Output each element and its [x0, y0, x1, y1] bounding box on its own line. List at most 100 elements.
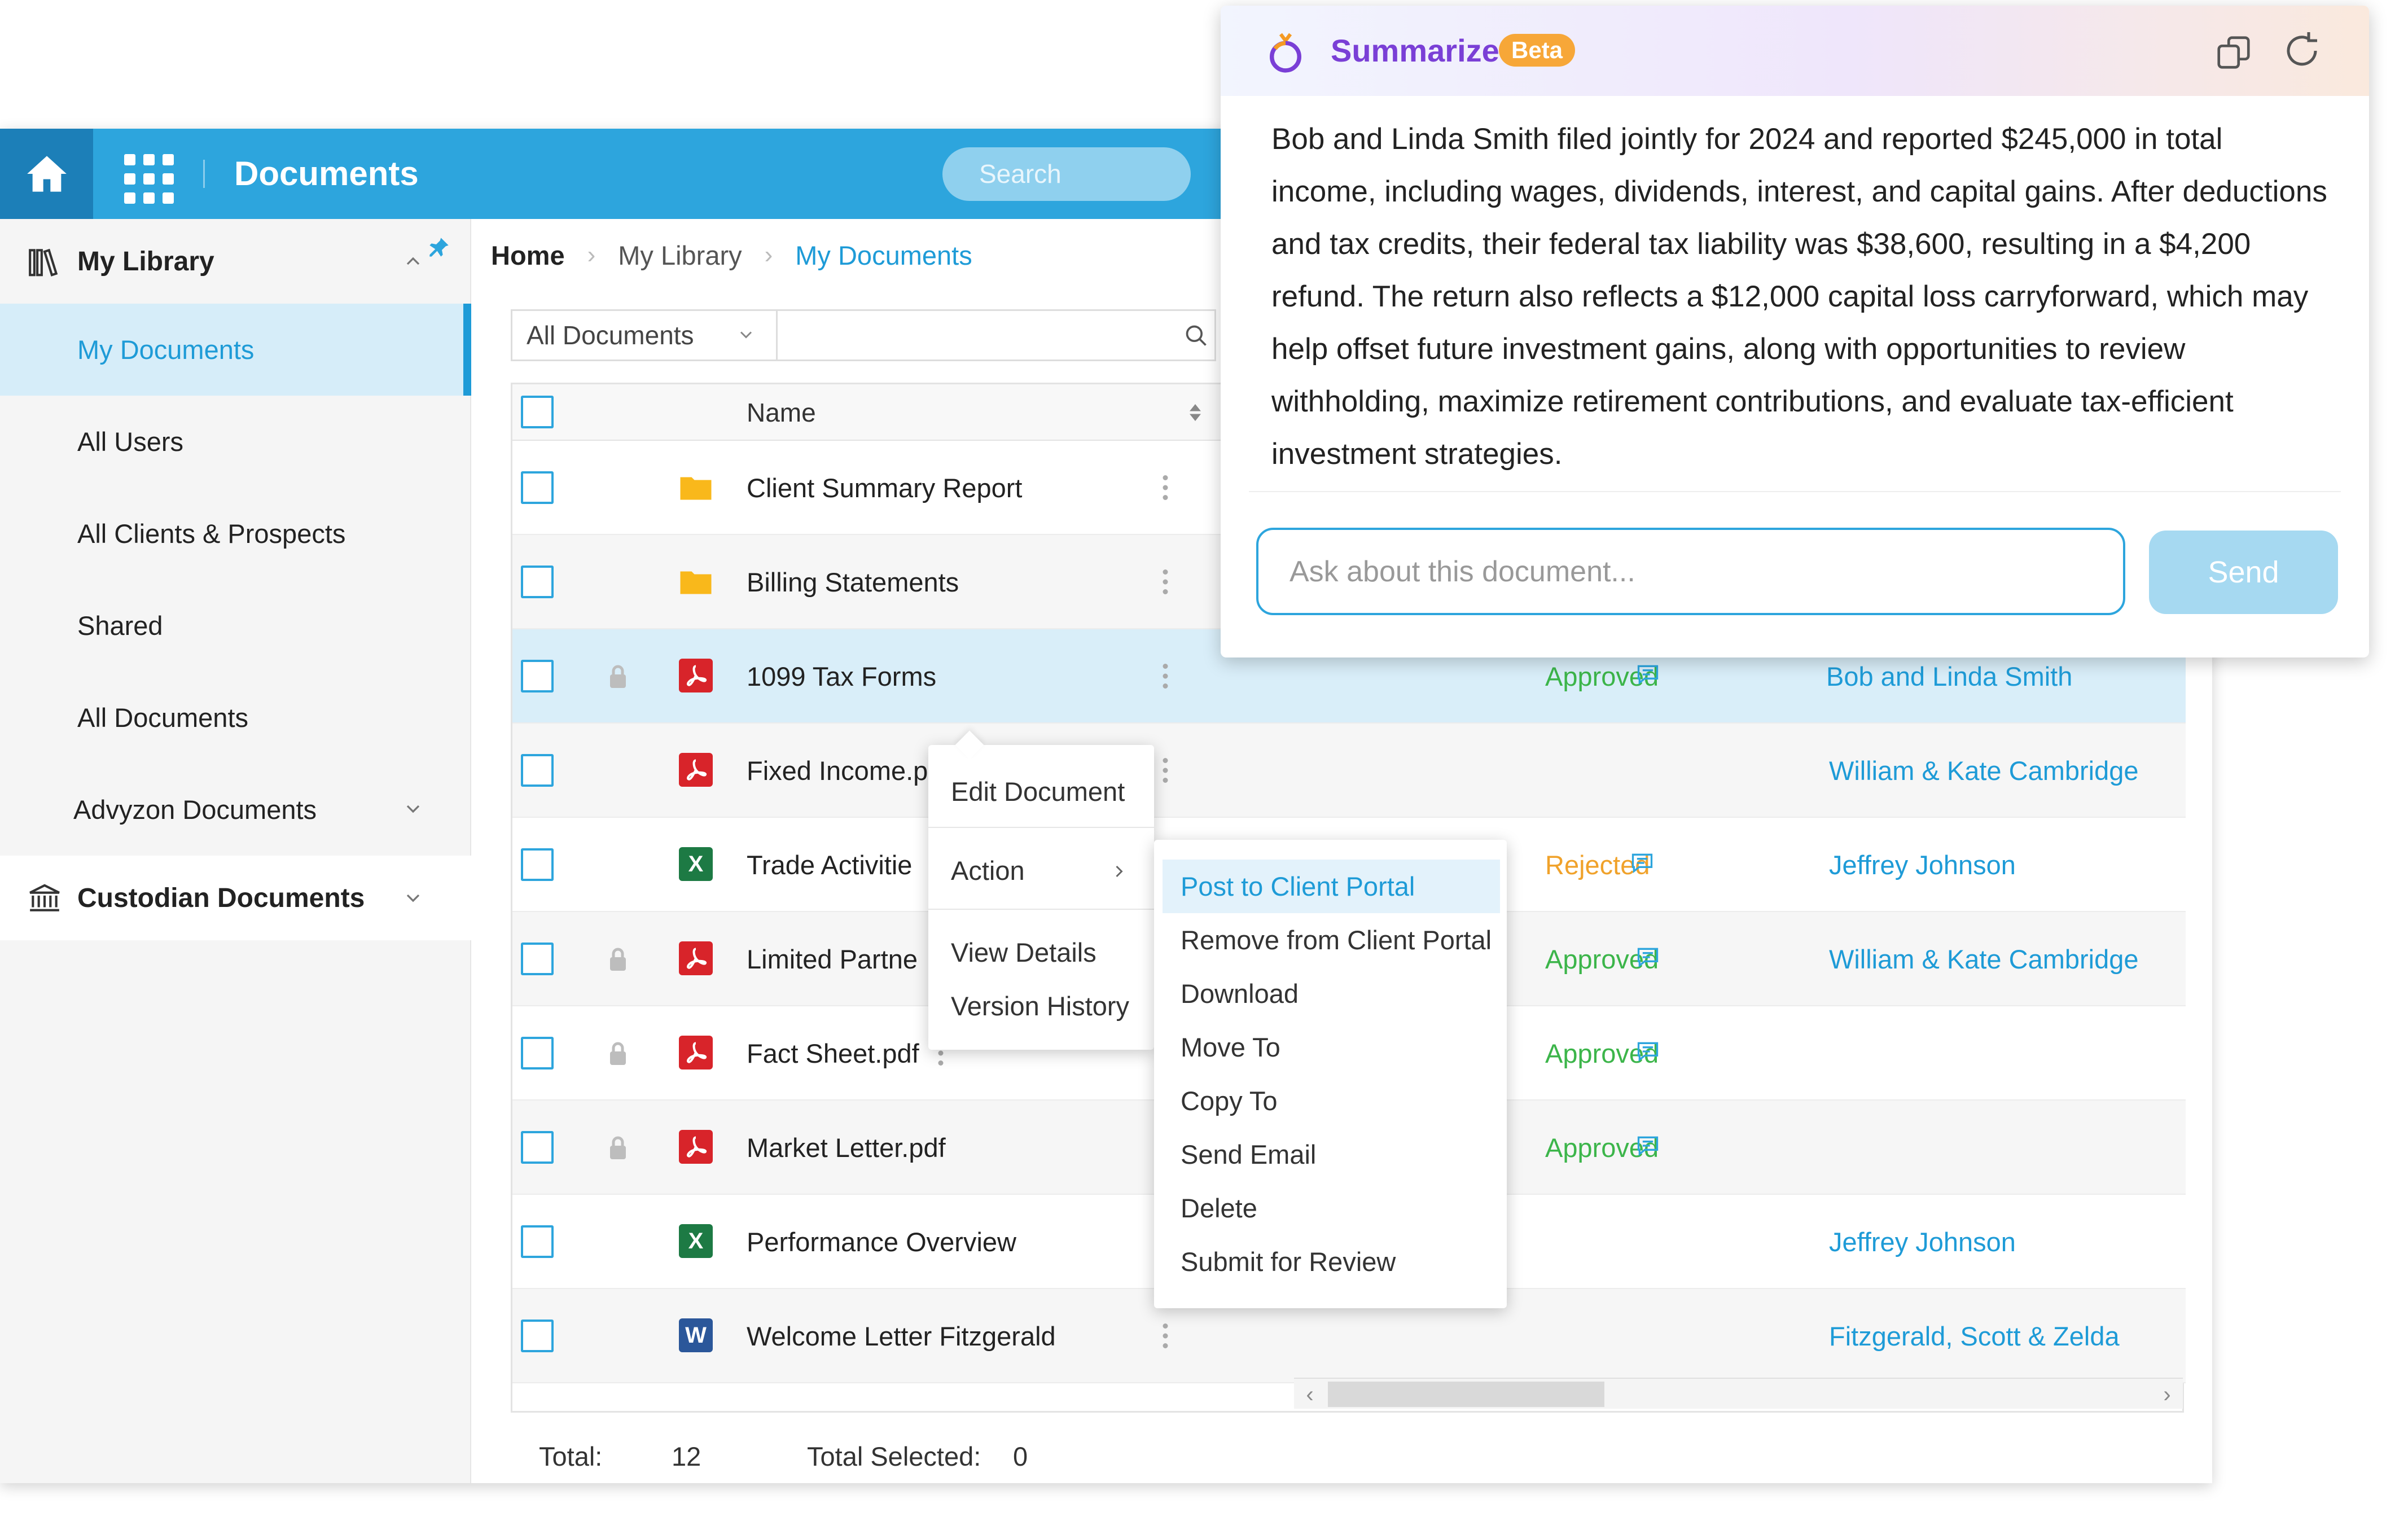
app-grid-icon[interactable]	[121, 151, 174, 204]
sidebar-item-shared[interactable]: Shared	[0, 580, 471, 672]
client-link[interactable]: Fitzgerald, Scott & Zelda	[1829, 1289, 2120, 1383]
document-name[interactable]: Market Letter.pdf	[747, 1101, 946, 1195]
refresh-icon[interactable]	[2282, 30, 2322, 71]
document-name[interactable]: Fact Sheet.pdf	[747, 1006, 919, 1101]
row-checkbox[interactable]	[521, 848, 554, 881]
document-name[interactable]: Welcome Letter Fitzgerald	[747, 1289, 1056, 1383]
lock-icon	[607, 664, 629, 689]
comment-icon[interactable]	[1635, 662, 1660, 687]
scroll-left-icon[interactable]: ‹	[1299, 1383, 1321, 1406]
menu-action[interactable]: Action	[951, 855, 1025, 886]
document-name[interactable]: Limited Partne	[747, 912, 918, 1006]
breadcrumb-my-library[interactable]: My Library	[618, 240, 742, 271]
lock-icon	[607, 947, 629, 972]
folder-icon	[679, 470, 713, 504]
document-name[interactable]: Fixed Income.p	[747, 724, 928, 818]
total-selected-label: Total Selected:	[807, 1441, 981, 1471]
row-checkbox[interactable]	[521, 660, 554, 692]
horizontal-scrollbar[interactable]: ‹ ›	[1294, 1378, 2183, 1409]
summarize-panel: Summarize Beta Bob and Linda Smith filed…	[1221, 6, 2369, 658]
more-options-icon[interactable]	[1161, 662, 1169, 690]
row-checkbox[interactable]	[521, 1131, 554, 1164]
menu-version-history[interactable]: Version History	[951, 990, 1129, 1022]
more-options-icon[interactable]	[1161, 756, 1169, 784]
menu-copy-to[interactable]: Copy To	[1163, 1074, 1500, 1128]
document-name[interactable]: Trade Activitie	[747, 818, 912, 912]
chevron-down-icon[interactable]	[402, 797, 424, 820]
sidebar-item-all-documents[interactable]: All Documents	[0, 672, 471, 764]
ask-document-input[interactable]	[1256, 528, 2125, 615]
total-value: 12	[672, 1441, 701, 1471]
excel-file-icon: X	[679, 847, 713, 881]
menu-move-to[interactable]: Move To	[1163, 1020, 1500, 1074]
scrollbar-thumb[interactable]	[1328, 1382, 1604, 1407]
sort-icon[interactable]	[1187, 401, 1204, 424]
table-row[interactable]: Fixed Income.p William & Kate Cambridge	[512, 724, 2186, 818]
copy-icon[interactable]	[2214, 33, 2253, 72]
menu-edit-document[interactable]: Edit Document	[951, 776, 1125, 807]
menu-remove-from-client-portal[interactable]: Remove from Client Portal	[1163, 913, 1500, 967]
row-checkbox[interactable]	[521, 943, 554, 975]
home-button[interactable]	[0, 129, 93, 219]
document-name[interactable]: Performance Overview	[747, 1195, 1016, 1289]
document-name[interactable]: 1099 Tax Forms	[747, 629, 936, 724]
client-link[interactable]: William & Kate Cambridge	[1829, 724, 2139, 818]
search-icon[interactable]	[1184, 323, 1209, 348]
library-icon	[29, 248, 58, 277]
excel-file-icon: X	[679, 1224, 713, 1258]
row-checkbox[interactable]	[521, 1225, 554, 1258]
global-search[interactable]: Search	[942, 147, 1191, 201]
chevron-down-icon[interactable]	[402, 887, 424, 909]
filter-select-value: All Documents	[527, 321, 694, 350]
menu-submit-for-review[interactable]: Submit for Review	[1163, 1235, 1500, 1288]
document-name[interactable]: Client Summary Report	[747, 441, 1022, 535]
document-name[interactable]: Billing Statements	[747, 535, 959, 629]
more-options-icon[interactable]	[1161, 474, 1169, 502]
menu-post-to-client-portal[interactable]: Post to Client Portal	[1163, 860, 1500, 913]
menu-send-email[interactable]: Send Email	[1163, 1128, 1500, 1181]
comment-icon[interactable]	[1635, 1039, 1660, 1064]
sidebar-item-all-users[interactable]: All Users	[0, 396, 471, 488]
sidebar-group-label: Custodian Documents	[77, 883, 365, 913]
scroll-right-icon[interactable]: ›	[2156, 1383, 2178, 1406]
row-checkbox[interactable]	[521, 1320, 554, 1352]
menu-download[interactable]: Download	[1163, 967, 1500, 1020]
send-button[interactable]: Send	[2149, 531, 2338, 614]
row-checkbox[interactable]	[521, 1037, 554, 1069]
sidebar-group-custodian-documents[interactable]: Custodian Documents	[0, 856, 471, 940]
lock-icon	[607, 1136, 629, 1160]
row-checkbox[interactable]	[521, 566, 554, 598]
comment-icon[interactable]	[1630, 851, 1655, 875]
client-link[interactable]: William & Kate Cambridge	[1829, 912, 2139, 1006]
filter-search-input[interactable]	[778, 311, 1218, 360]
more-options-icon[interactable]	[1161, 1322, 1169, 1350]
more-options-icon[interactable]	[1161, 568, 1169, 596]
row-checkbox[interactable]	[521, 471, 554, 504]
comment-icon[interactable]	[1635, 945, 1660, 970]
menu-view-details[interactable]: View Details	[951, 937, 1096, 968]
chevron-up-icon[interactable]	[402, 250, 424, 273]
client-link[interactable]: Jeffrey Johnson	[1829, 818, 2016, 912]
column-header-name[interactable]: Name	[747, 384, 816, 441]
action-submenu: Post to Client Portal Remove from Client…	[1154, 840, 1507, 1308]
filter-bar: All Documents	[511, 309, 1218, 361]
select-all-checkbox[interactable]	[521, 396, 554, 428]
sidebar-item-label: My Documents	[77, 335, 255, 365]
sidebar-item-advyzon-documents[interactable]: Advyzon Documents	[0, 764, 471, 856]
chevron-right-icon: ›	[764, 241, 773, 269]
menu-divider	[928, 909, 1154, 910]
word-file-icon: W	[679, 1318, 713, 1352]
client-link[interactable]: Jeffrey Johnson	[1829, 1195, 2016, 1289]
menu-delete[interactable]: Delete	[1163, 1181, 1500, 1235]
sidebar-item-label: Advyzon Documents	[73, 795, 317, 825]
breadcrumb-home[interactable]: Home	[491, 240, 565, 271]
row-checkbox[interactable]	[521, 754, 554, 787]
pdf-file-icon	[679, 941, 713, 975]
app-title: Documents	[234, 155, 419, 192]
document-filter-select[interactable]: All Documents	[512, 311, 778, 360]
sidebar-item-my-documents[interactable]: My Documents	[0, 304, 471, 396]
sidebar-group-my-library[interactable]: My Library	[0, 219, 471, 304]
sidebar-item-label: All Clients & Prospects	[77, 519, 346, 549]
comment-icon[interactable]	[1635, 1133, 1660, 1158]
sidebar-item-all-clients-prospects[interactable]: All Clients & Prospects	[0, 488, 471, 580]
